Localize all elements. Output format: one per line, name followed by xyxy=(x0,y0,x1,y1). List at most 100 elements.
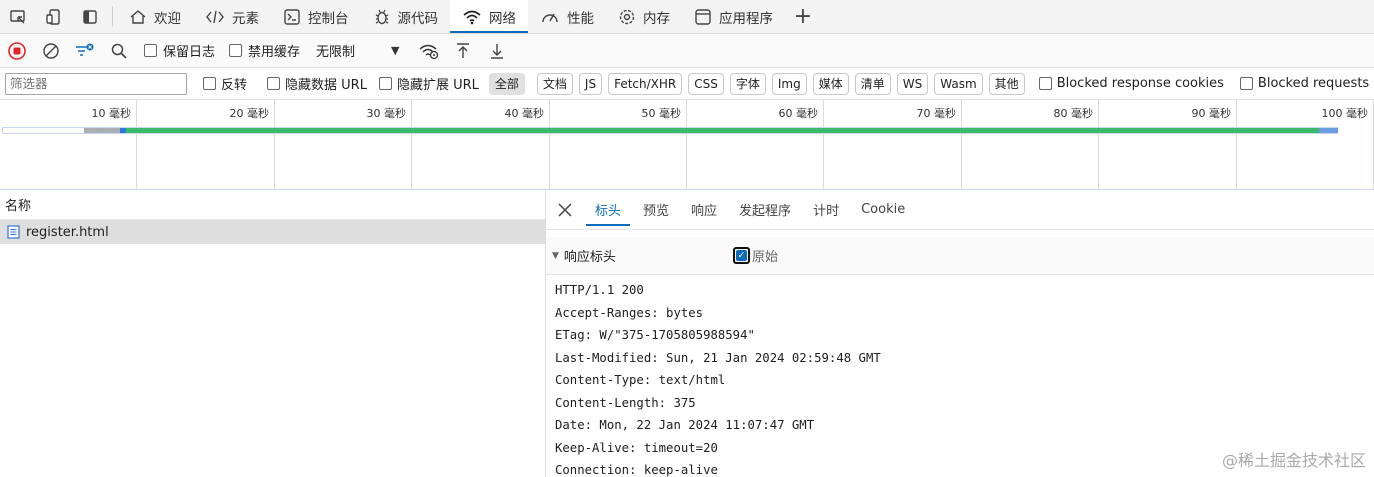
filter-chip[interactable]: 媒体 xyxy=(812,72,849,95)
preserve-log-checkbox[interactable]: 保留日志 xyxy=(144,41,215,60)
filter-input[interactable] xyxy=(5,72,187,95)
tab-label: 控制台 xyxy=(308,10,349,27)
timeline-tick-label: 80 毫秒 xyxy=(1053,107,1094,120)
checkbox-box[interactable] xyxy=(203,77,216,90)
section-title: 响应标头 xyxy=(563,250,616,265)
timeline-gridline xyxy=(1236,100,1237,190)
hide-extension-urls-label: 隐藏扩展 URL xyxy=(396,78,479,93)
timeline-gridline xyxy=(686,100,687,190)
header-line: Last-Modified: Sun, 21 Jan 2024 02:59:48… xyxy=(555,350,881,365)
search-icon[interactable] xyxy=(102,34,136,68)
timeline-tick-label: 50 毫秒 xyxy=(641,107,682,120)
details-tab[interactable]: 响应 xyxy=(680,190,728,230)
filter-chip[interactable]: 清单 xyxy=(854,72,891,95)
timeline-tick-label: 70 毫秒 xyxy=(916,107,957,120)
record-button[interactable] xyxy=(0,34,34,68)
header-line: Content-Type: text/html xyxy=(555,373,726,387)
network-toolbar: 保留日志 禁用缓存 无限制 ▼ xyxy=(0,34,1374,68)
tab-label: 欢迎 xyxy=(154,10,181,27)
add-tab-button[interactable]: + xyxy=(785,0,821,33)
filter-chip[interactable]: JS xyxy=(578,72,603,95)
name-column-header[interactable]: 名称 xyxy=(0,190,545,220)
tab-code[interactable]: 元素 xyxy=(193,0,271,33)
checkbox-box[interactable] xyxy=(229,44,243,57)
details-tab[interactable]: 计时 xyxy=(802,190,850,230)
wifi-icon xyxy=(462,8,482,26)
details-tab[interactable]: Cookie xyxy=(850,190,916,230)
raw-toggle[interactable]: ✓ 原始 xyxy=(732,246,778,265)
raw-label: 原始 xyxy=(751,250,778,265)
blocked-cookies-checkbox[interactable]: Blocked response cookies xyxy=(1038,76,1224,91)
details-tab[interactable]: 标头 xyxy=(584,190,632,230)
invert-checkbox[interactable]: 反转 xyxy=(203,74,247,93)
collapse-triangle-icon[interactable]: ▼ xyxy=(552,251,559,261)
upload-icon[interactable] xyxy=(446,34,480,68)
filter-chip[interactable]: Wasm xyxy=(934,72,983,95)
code-icon xyxy=(205,8,225,26)
timeline-gridline xyxy=(1098,100,1099,190)
app-icon xyxy=(694,8,712,26)
chevron-down-icon: ▼ xyxy=(391,44,400,57)
timeline-overview[interactable]: 10 毫秒 20 毫秒 30 毫秒 40 毫秒 50 毫秒 60 毫秒 70 毫秒 80 毫秒… xyxy=(0,100,1374,190)
waterfall-end-bar xyxy=(1319,128,1338,133)
checkbox-box[interactable] xyxy=(144,44,157,57)
download-icon[interactable] xyxy=(480,34,514,68)
hide-extension-urls-checkbox[interactable]: 隐藏扩展 URL xyxy=(378,74,479,93)
device-toggle-icon[interactable] xyxy=(36,0,72,33)
filter-chip[interactable]: 文档 xyxy=(536,72,573,95)
filter-chip[interactable]: 字体 xyxy=(729,72,766,95)
details-tab[interactable]: 预览 xyxy=(632,190,680,230)
timeline-tick-label: 40 毫秒 xyxy=(504,107,545,120)
waterfall-download-bar xyxy=(126,128,1319,133)
home-icon xyxy=(129,8,147,26)
sidebar-toggle-icon[interactable] xyxy=(72,0,108,33)
close-icon[interactable] xyxy=(546,190,584,230)
header-line: Content-Length: 375 xyxy=(555,395,696,410)
tab-console[interactable]: 控制台 xyxy=(271,0,361,33)
filter-chip[interactable]: 其他 xyxy=(988,72,1025,95)
checkbox-box[interactable] xyxy=(267,77,281,90)
tab-label: 网络 xyxy=(489,10,516,27)
timeline-tick-label: 30 毫秒 xyxy=(366,107,407,120)
timeline-gridline xyxy=(136,100,137,190)
table-row[interactable]: register.html xyxy=(0,220,545,244)
checkbox-box[interactable] xyxy=(378,77,392,90)
watermark: @稀土掘金技术社区 xyxy=(1221,451,1366,470)
filter-chip[interactable]: 全部 xyxy=(488,72,525,95)
waterfall-waiting-bar xyxy=(84,128,122,133)
tab-wifi[interactable]: 网络 xyxy=(450,0,528,33)
tab-app[interactable]: 应用程序 xyxy=(682,0,785,33)
clear-button[interactable] xyxy=(34,34,68,68)
throttling-select[interactable]: 无限制 ▼ xyxy=(316,41,399,60)
filter-chip[interactable]: CSS xyxy=(688,72,724,95)
timeline-tick-label: 20 毫秒 xyxy=(229,107,270,120)
gauge-icon xyxy=(540,8,560,26)
details-tab[interactable]: 发起程序 xyxy=(728,190,802,230)
hide-data-urls-label: 隐藏数据 URL xyxy=(285,78,367,93)
filter-chip[interactable]: Fetch/XHR xyxy=(608,72,683,95)
checkbox-box[interactable] xyxy=(1239,77,1253,90)
inspect-icon[interactable] xyxy=(0,0,36,33)
tab-bug[interactable]: 源代码 xyxy=(361,0,451,33)
tab-label: 源代码 xyxy=(397,10,439,27)
raw-checkbox[interactable]: ✓ xyxy=(732,247,750,264)
checkbox-box[interactable] xyxy=(1038,77,1052,90)
header-line: HTTP/1.1 200 xyxy=(555,283,644,297)
network-conditions-icon[interactable] xyxy=(412,34,446,68)
filter-chip[interactable]: WS xyxy=(896,72,929,95)
filter-chip[interactable]: Img xyxy=(771,72,807,95)
tab-gauge[interactable]: 性能 xyxy=(528,0,606,33)
tab-label: 内存 xyxy=(643,10,670,27)
tab-home[interactable]: 欢迎 xyxy=(117,0,193,33)
request-details-panel: 标头 预览 响应 发起程序 计时 Cookie ▼ 响应标头 ✓ 原始 HTTP/1.1 … xyxy=(546,190,1374,477)
tab-gear[interactable]: 内存 xyxy=(606,0,682,33)
request-name: register.html xyxy=(26,224,109,240)
disable-cache-checkbox[interactable]: 禁用缓存 xyxy=(229,41,300,60)
document-icon xyxy=(7,225,20,239)
response-headers-section[interactable]: ▼ 响应标头 ✓ 原始 xyxy=(546,237,1374,275)
hide-data-urls-checkbox[interactable]: 隐藏数据 URL xyxy=(267,74,367,93)
check-icon: ✓ xyxy=(735,250,747,261)
blocked-cookies-label: Blocked response cookies xyxy=(1056,76,1224,91)
blocked-requests-checkbox[interactable]: Blocked requests xyxy=(1239,76,1369,91)
filter-toggle-icon[interactable] xyxy=(68,34,102,68)
